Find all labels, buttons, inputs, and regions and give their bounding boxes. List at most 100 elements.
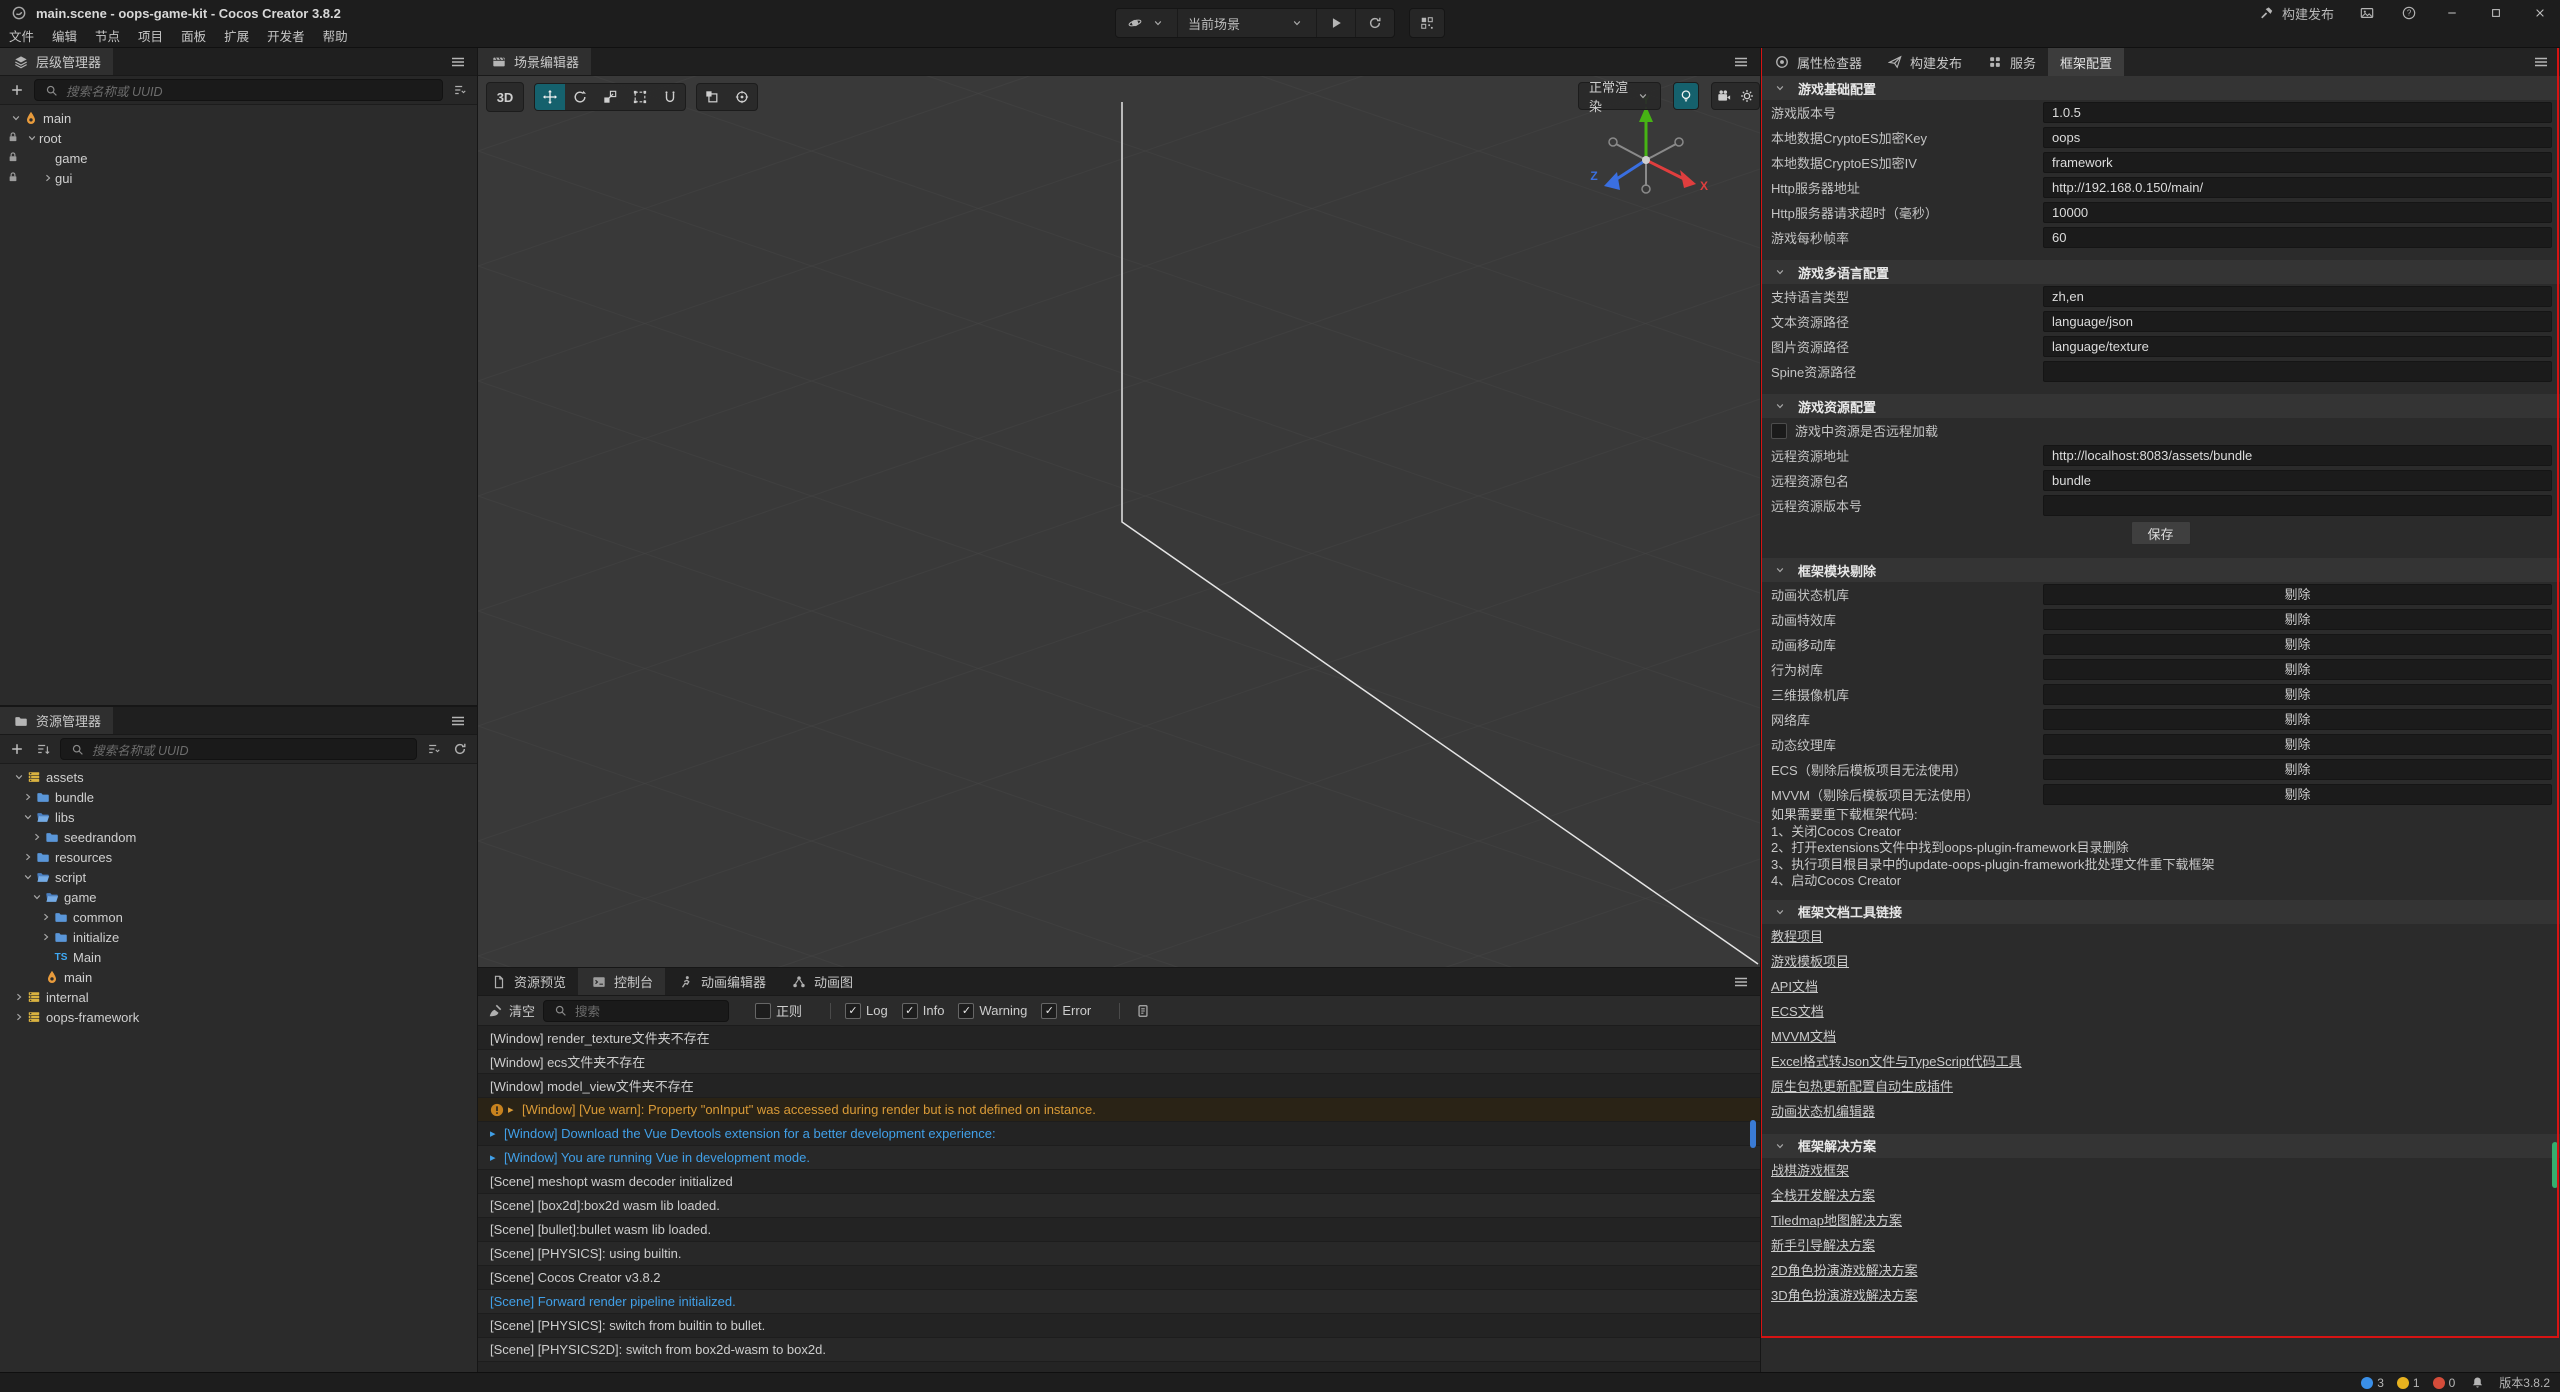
- doc-link[interactable]: 游戏模板项目: [1761, 949, 2560, 974]
- assets-search-input[interactable]: 搜索名称或 UUID: [60, 738, 417, 760]
- section-header[interactable]: 游戏多语言配置: [1761, 260, 2560, 284]
- hierarchy-node-main[interactable]: main: [0, 108, 477, 128]
- lock-icon[interactable]: [7, 171, 21, 185]
- doc-link[interactable]: API文档: [1761, 974, 2560, 999]
- property-value-input[interactable]: [2043, 495, 2552, 516]
- console-log-row[interactable]: [Scene] [box2d]:box2d wasm lib loaded.: [478, 1194, 1760, 1218]
- assets-filter-button[interactable]: [425, 740, 443, 758]
- save-button[interactable]: 保存: [2131, 521, 2191, 545]
- doc-link[interactable]: 动画状态机编辑器: [1761, 1099, 2560, 1124]
- inspector-menu-button[interactable]: [2522, 48, 2560, 76]
- menu-扩展[interactable]: 扩展: [215, 26, 258, 48]
- section-header[interactable]: 游戏资源配置: [1761, 394, 2560, 418]
- expand-log-icon[interactable]: ▸: [490, 1127, 504, 1140]
- assets-menu-button[interactable]: [439, 707, 477, 734]
- asset-node-libs[interactable]: libs: [0, 807, 477, 827]
- property-value-input[interactable]: 10000: [2043, 202, 2552, 223]
- property-value-input[interactable]: http://192.168.0.150/main/: [2043, 177, 2552, 198]
- console-log-row[interactable]: ▸[Window] You are running Vue in develop…: [478, 1146, 1760, 1170]
- asset-node-assets[interactable]: assets: [0, 767, 477, 787]
- filter-log-checkbox[interactable]: ✓Log: [845, 1003, 888, 1019]
- expand-open-icon[interactable]: [9, 111, 23, 125]
- rotate-tool-button[interactable]: [565, 84, 595, 110]
- asset-node-bundle[interactable]: bundle: [0, 787, 477, 807]
- coordinate-toggle-button[interactable]: [727, 84, 757, 110]
- console-log-row[interactable]: ▸[Window] Download the Vue Devtools exte…: [478, 1122, 1760, 1146]
- regex-checkbox[interactable]: 正则: [755, 1001, 802, 1020]
- console-search-input[interactable]: 搜索: [543, 1000, 729, 1022]
- remove-module-button[interactable]: 剔除: [2043, 784, 2552, 805]
- move-tool-button[interactable]: [535, 84, 565, 110]
- inspector-scrollbar[interactable]: [2552, 1142, 2558, 1188]
- asset-node-resources[interactable]: resources: [0, 847, 477, 867]
- remove-module-button[interactable]: 剔除: [2043, 659, 2552, 680]
- menu-编辑[interactable]: 编辑: [43, 26, 86, 48]
- doc-link[interactable]: 全栈开发解决方案: [1761, 1183, 2560, 1208]
- toggle-3d-button[interactable]: 3D: [486, 82, 524, 112]
- property-value-input[interactable]: language/texture: [2043, 336, 2552, 357]
- status-warning-count[interactable]: 1: [2397, 1376, 2420, 1390]
- platform-select[interactable]: [1116, 9, 1178, 37]
- remove-module-button[interactable]: 剔除: [2043, 684, 2552, 705]
- remote-load-checkbox[interactable]: [1771, 423, 1787, 439]
- property-value-input[interactable]: 60: [2043, 227, 2552, 248]
- hierarchy-filter-button[interactable]: [451, 81, 469, 99]
- menu-项目[interactable]: 项目: [129, 26, 172, 48]
- tab-动画编辑器[interactable]: 动画编辑器: [665, 968, 778, 995]
- filter-warning-checkbox[interactable]: ✓Warning: [958, 1003, 1027, 1019]
- property-value-input[interactable]: zh,en: [2043, 286, 2552, 307]
- expand-closed-icon[interactable]: [30, 830, 44, 844]
- menu-帮助[interactable]: 帮助: [314, 26, 357, 48]
- hierarchy-menu-button[interactable]: [439, 48, 477, 75]
- expand-closed-icon[interactable]: [12, 1010, 26, 1024]
- remove-module-button[interactable]: 剔除: [2043, 609, 2552, 630]
- window-close-button[interactable]: [2520, 0, 2560, 26]
- build-publish-button[interactable]: 构建发布: [2248, 0, 2344, 26]
- pivot-toggle-button[interactable]: [697, 84, 727, 110]
- console-log-row[interactable]: [Scene] [bullet]:bullet wasm lib loaded.: [478, 1218, 1760, 1242]
- scale-tool-button[interactable]: [595, 84, 625, 110]
- status-info-count[interactable]: 3: [2361, 1376, 2384, 1390]
- hierarchy-search-input[interactable]: 搜索名称或 UUID: [34, 79, 443, 101]
- status-notifications-button[interactable]: [2468, 1374, 2486, 1392]
- tab-构建发布[interactable]: 构建发布: [1874, 48, 1974, 76]
- expand-open-icon[interactable]: [21, 870, 35, 884]
- hierarchy-node-gui[interactable]: gui: [0, 168, 477, 188]
- property-value-input[interactable]: [2043, 361, 2552, 382]
- expand-log-icon[interactable]: ▸: [490, 1151, 504, 1164]
- tab-框架配置[interactable]: 框架配置: [2048, 48, 2124, 76]
- doc-link[interactable]: Tiledmap地图解决方案: [1761, 1208, 2560, 1233]
- lighting-toggle-button[interactable]: [1673, 82, 1699, 110]
- status-error-count[interactable]: 0: [2433, 1376, 2456, 1390]
- hierarchy-node-root[interactable]: root: [0, 128, 477, 148]
- doc-link[interactable]: Excel格式转Json文件与TypeScript代码工具: [1761, 1049, 2560, 1074]
- menu-文件[interactable]: 文件: [0, 26, 43, 48]
- expand-open-icon[interactable]: [21, 810, 35, 824]
- property-value-input[interactable]: http://localhost:8083/assets/bundle: [2043, 445, 2552, 466]
- tab-资源预览[interactable]: 资源预览: [478, 968, 578, 995]
- scene-menu-button[interactable]: [1722, 48, 1760, 75]
- remove-module-button[interactable]: 剔除: [2043, 709, 2552, 730]
- menu-节点[interactable]: 节点: [86, 26, 129, 48]
- tab-服务[interactable]: 服务: [1974, 48, 2048, 76]
- doc-link[interactable]: MVVM文档: [1761, 1024, 2560, 1049]
- doc-link[interactable]: 原生包热更新配置自动生成插件: [1761, 1074, 2560, 1099]
- transform-tool-button[interactable]: [655, 84, 685, 110]
- assets-refresh-button[interactable]: [451, 740, 469, 758]
- property-value-input[interactable]: oops: [2043, 127, 2552, 148]
- scene-viewport[interactable]: Y X Z 3D: [478, 76, 1760, 967]
- console-log-row[interactable]: [Scene] Forward render pipeline initiali…: [478, 1290, 1760, 1314]
- tab-hierarchy[interactable]: 层级管理器: [0, 48, 113, 75]
- tab-scene-editor[interactable]: 场景编辑器: [478, 48, 591, 75]
- hierarchy-node-game[interactable]: game: [0, 148, 477, 168]
- expand-closed-icon[interactable]: [39, 930, 53, 944]
- expand-closed-icon[interactable]: [41, 171, 55, 185]
- asset-node-game[interactable]: game: [0, 887, 477, 907]
- expand-open-icon[interactable]: [30, 890, 44, 904]
- camera-settings-button[interactable]: [1712, 83, 1736, 109]
- render-mode-dropdown[interactable]: 正常渲染: [1578, 82, 1661, 110]
- property-value-input[interactable]: framework: [2043, 152, 2552, 173]
- asset-node-main[interactable]: main: [0, 967, 477, 987]
- console-log-row[interactable]: [Scene] [PHYSICS]: using builtin.: [478, 1242, 1760, 1266]
- property-value-input[interactable]: 1.0.5: [2043, 102, 2552, 123]
